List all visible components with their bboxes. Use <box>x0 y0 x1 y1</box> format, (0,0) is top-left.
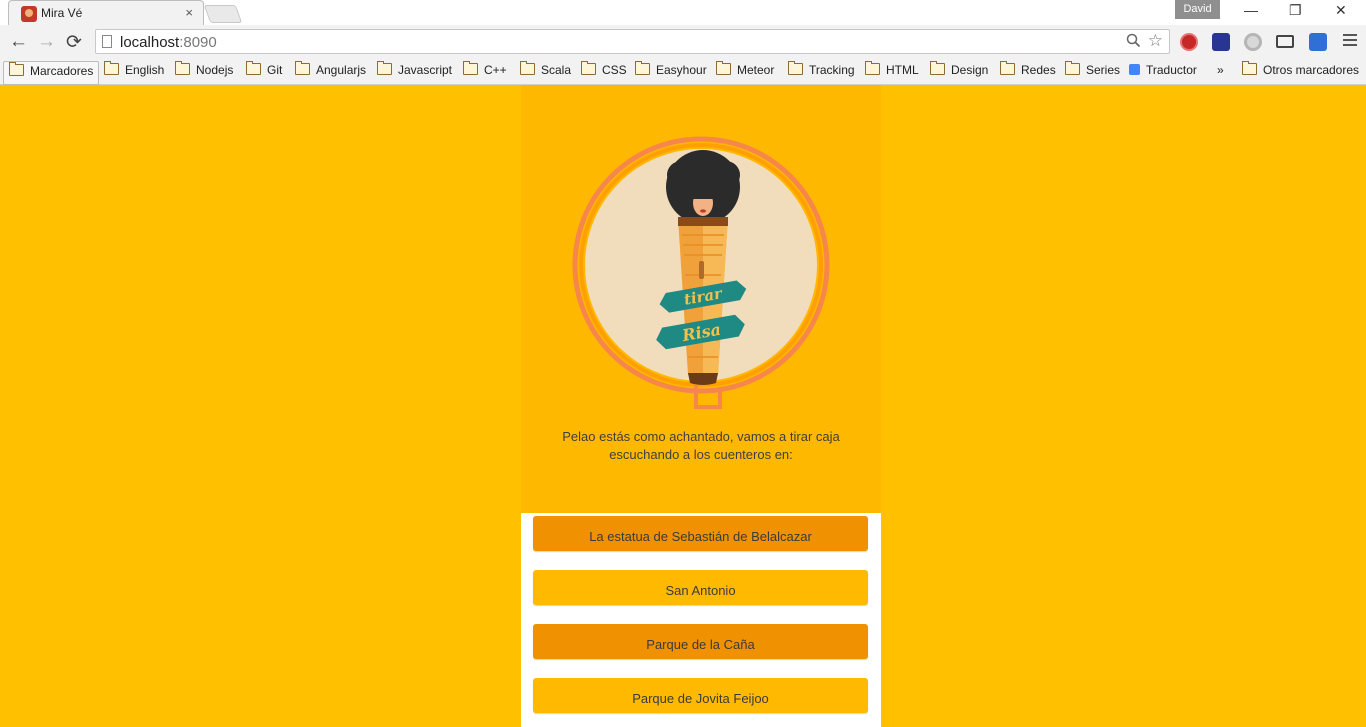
favicon-icon <box>21 6 37 22</box>
folder-icon <box>246 61 261 75</box>
place-button-belalcazar[interactable]: La estatua de Sebastián de Belalcazar <box>533 516 868 551</box>
folder-icon <box>930 61 945 75</box>
folder-icon <box>1065 61 1080 75</box>
bookmark-english[interactable]: English <box>104 61 164 81</box>
bookmark-redes[interactable]: Redes <box>1000 61 1056 81</box>
folder-icon <box>9 62 24 76</box>
places-list: La estatua de Sebastián de Belalcazar Sa… <box>521 513 881 727</box>
folder-icon <box>377 61 392 75</box>
place-button-jovita-feijoo[interactable]: Parque de Jovita Feijoo <box>533 678 868 713</box>
address-bar[interactable]: localhost:8090 ☆ <box>95 29 1170 54</box>
bookmarks-overflow-button[interactable]: » <box>1217 63 1224 81</box>
intro-text: Pelao estás como achantado, vamos a tira… <box>562 429 840 462</box>
profile-badge[interactable]: David <box>1175 0 1220 19</box>
bookmark-nodejs[interactable]: Nodejs <box>175 61 233 81</box>
ext-red-icon[interactable] <box>1180 33 1198 51</box>
magnifier-icon[interactable] <box>1126 33 1141 48</box>
tab-title: Mira Vé <box>41 6 83 20</box>
bookmark-marcadores[interactable]: Marcadores <box>3 61 100 85</box>
back-icon[interactable]: ← <box>9 31 28 53</box>
place-button-parque-cana[interactable]: Parque de la Caña <box>533 624 868 659</box>
page-icon <box>102 35 112 48</box>
folder-icon <box>104 61 119 75</box>
minimize-icon[interactable]: — <box>1244 2 1258 18</box>
cast-icon[interactable] <box>1276 35 1294 48</box>
folder-icon <box>1000 61 1015 75</box>
folder-icon <box>716 61 731 75</box>
browser-chrome: Mira Vé × David — ❐ ✕ ← → ⟳ localhost:80… <box>0 0 1366 85</box>
bookmark-css[interactable]: CSS <box>581 61 627 81</box>
folder-icon <box>581 61 596 75</box>
folder-icon <box>635 61 650 75</box>
place-button-san-antonio[interactable]: San Antonio <box>533 570 868 605</box>
tab-strip: Mira Vé × David — ❐ ✕ <box>0 0 1366 25</box>
bookmarks-bar: Marcadores English Nodejs Git Angularjs … <box>0 59 1366 85</box>
bookmark-easyhour[interactable]: Easyhour <box>635 61 707 81</box>
folder-icon <box>788 61 803 75</box>
bookmark-series[interactable]: Series <box>1065 61 1120 81</box>
ext-blue-icon[interactable] <box>1309 33 1327 51</box>
tab-active[interactable]: Mira Vé × <box>8 0 204 25</box>
menu-icon[interactable] <box>1343 34 1357 48</box>
ext-dark-icon[interactable] <box>1212 33 1230 51</box>
bookmark-html[interactable]: HTML <box>865 61 919 81</box>
folder-icon <box>1242 61 1257 75</box>
reload-icon[interactable]: ⟳ <box>66 31 82 54</box>
bookmark-star-icon[interactable]: ☆ <box>1148 31 1163 51</box>
tab-close-icon[interactable]: × <box>185 5 193 20</box>
bookmark-scala[interactable]: Scala <box>520 61 571 81</box>
bookmark-tracking[interactable]: Tracking <box>788 61 855 81</box>
folder-icon <box>463 61 478 75</box>
bookmark-otros[interactable]: Otros marcadores <box>1242 61 1359 81</box>
bookmark-meteor[interactable]: Meteor <box>716 61 774 81</box>
folder-icon <box>520 61 535 75</box>
folder-icon <box>175 61 190 75</box>
translate-icon <box>1129 64 1140 75</box>
folder-icon <box>295 61 310 75</box>
bookmark-traductor[interactable]: Traductor <box>1129 63 1197 81</box>
forward-icon[interactable]: → <box>37 31 56 53</box>
ext-grey-icon[interactable] <box>1244 33 1262 51</box>
new-tab-button[interactable] <box>203 5 243 23</box>
restore-icon[interactable]: ❐ <box>1289 2 1302 19</box>
url-text: localhost:8090 <box>120 34 217 51</box>
tirar-risa-logo: tirar Risa <box>572 136 830 409</box>
bookmark-cpp[interactable]: C++ <box>463 61 507 81</box>
folder-icon <box>865 61 880 75</box>
close-window-icon[interactable]: ✕ <box>1335 2 1347 19</box>
bookmark-git[interactable]: Git <box>246 61 282 81</box>
bookmark-javascript[interactable]: Javascript <box>377 61 452 81</box>
bookmark-design[interactable]: Design <box>930 61 988 81</box>
bookmark-angularjs[interactable]: Angularjs <box>295 61 366 81</box>
